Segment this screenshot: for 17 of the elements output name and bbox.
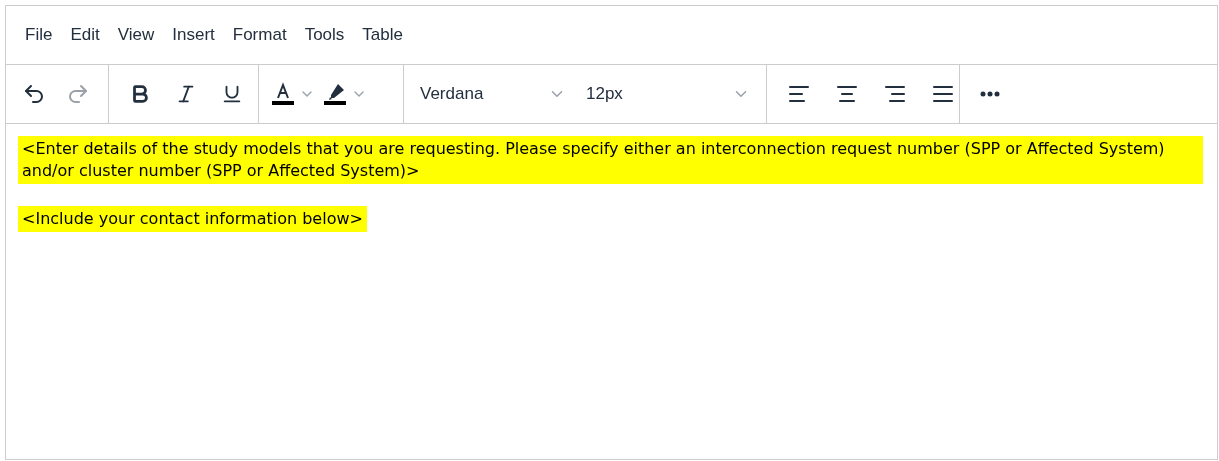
text-color-icon <box>271 82 295 106</box>
menu-item[interactable]: File <box>18 18 60 52</box>
more-icon <box>980 91 1000 97</box>
menu-item[interactable]: Tools <box>297 18 352 52</box>
redo-icon <box>66 82 90 106</box>
highlighter-icon <box>323 82 347 106</box>
font-family-select[interactable]: Verdana <box>404 76 582 112</box>
editor-paragraph: <Include your contact information below> <box>18 206 367 232</box>
menu-item[interactable]: Insert <box>165 18 222 52</box>
menu-item[interactable]: Format <box>225 18 294 52</box>
underline-icon <box>221 83 243 105</box>
menu-item[interactable]: View <box>110 18 162 52</box>
undo-icon <box>22 82 46 106</box>
font-size-select[interactable]: 12px <box>582 76 766 112</box>
editor-paragraph: <Enter details of the study models that you are requesting. Please specify either an interconnection request number (SPP or Affected System) and/or cluster number (SPP or Affected System)> <box>18 136 1203 184</box>
menu-item[interactable]: Edit <box>63 18 107 52</box>
menu-item[interactable]: Table <box>355 18 410 52</box>
